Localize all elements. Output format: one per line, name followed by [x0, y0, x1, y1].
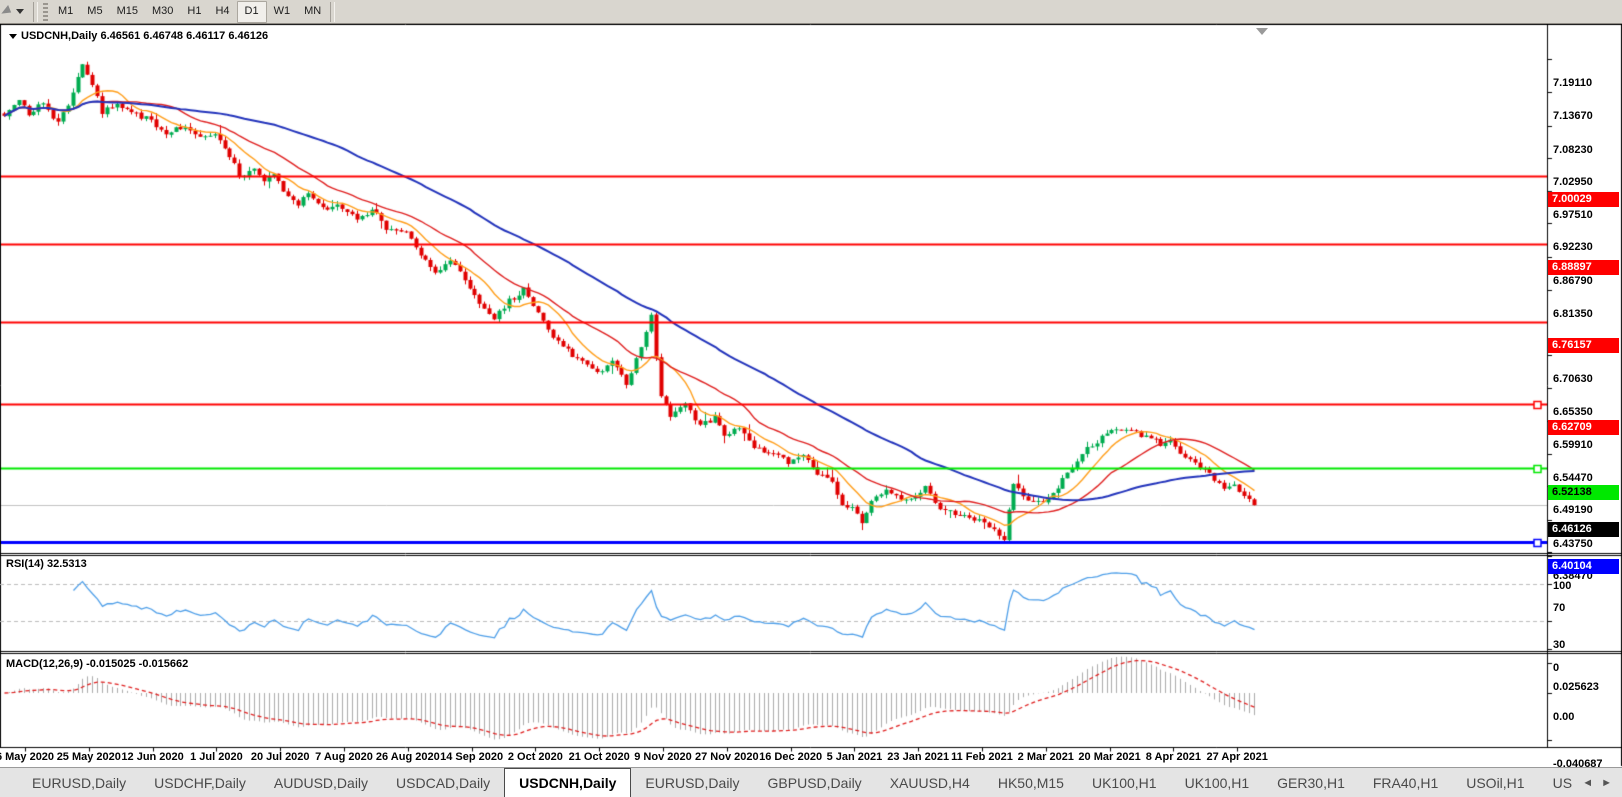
- toolbar-separator: [330, 2, 335, 22]
- chart-tab-usdjpy-h1[interactable]: USDJPY,H1: [1539, 768, 1573, 797]
- price-tick-label: 6.70630: [1553, 373, 1593, 385]
- price-level-badge: 7.00029: [1548, 192, 1619, 207]
- chart-symbol-period: USDCNH,Daily: [21, 30, 97, 42]
- tab-scroll-arrows: ◄ ►: [1572, 768, 1622, 797]
- date-tick-label: 2 Mar 2021: [1018, 751, 1074, 763]
- price-tick-label: 7.13670: [1553, 110, 1593, 122]
- timeframe-buttons: M1M5M15M30H1H4D1W1MN: [51, 1, 328, 23]
- price-level-badge: 6.62709: [1548, 420, 1619, 435]
- macd-axis-label: 0.00: [1553, 711, 1574, 723]
- date-tick-label: 5 Jan 2021: [827, 751, 883, 763]
- price-tick-label: 6.81350: [1553, 308, 1593, 320]
- date-tick-label: 16 Dec 2020: [759, 751, 822, 763]
- chart-window: USDCNH,Daily 6.46561 6.46748 6.46117 6.4…: [0, 24, 1622, 767]
- rsi-axis-label: 0: [1553, 662, 1559, 674]
- date-tick-label: 11 Feb 2021: [951, 751, 1013, 763]
- price-tick-label: 6.59910: [1553, 439, 1593, 451]
- price-tick-label: 6.97510: [1553, 209, 1593, 221]
- date-tick-label: 1 Jul 2020: [190, 751, 243, 763]
- chart-tab-uk100-h1[interactable]: UK100,H1: [1078, 768, 1171, 797]
- timeframe-button-h1[interactable]: H1: [180, 1, 208, 21]
- date-tick-label: 23 Jan 2021: [887, 751, 949, 763]
- dropdown-caret-icon: [16, 9, 24, 14]
- price-tick-label: 6.49190: [1553, 504, 1593, 516]
- timeframe-button-m1[interactable]: M1: [51, 1, 80, 21]
- date-tick-label: 27 Nov 2020: [695, 751, 759, 763]
- chart-ohlc-values: 6.46561 6.46748 6.46117 6.46126: [100, 30, 268, 42]
- timeframe-toolbar: M1M5M15M30H1H4D1W1MN: [0, 0, 1622, 24]
- chart-tab-gbpusd-daily[interactable]: GBPUSD,Daily: [754, 768, 876, 797]
- chart-menu-arrow-icon[interactable]: [9, 34, 17, 39]
- timeframe-button-h4[interactable]: H4: [208, 1, 236, 21]
- tab-scroll-left-icon[interactable]: ◄: [1582, 777, 1593, 789]
- chart-tab-bar: EURUSD,DailyUSDCHF,DailyAUDUSD,DailyUSDC…: [0, 767, 1622, 797]
- price-tick-label: 6.65350: [1553, 406, 1593, 418]
- toolbar-grip[interactable]: [43, 3, 48, 21]
- price-tick-label: 6.43750: [1553, 538, 1593, 550]
- price-level-badge: 6.52138: [1548, 485, 1619, 500]
- chart-tab-usdcad-daily[interactable]: USDCAD,Daily: [382, 768, 504, 797]
- tab-scroll-right-icon[interactable]: ►: [1601, 777, 1612, 789]
- chart-tab-audusd-daily[interactable]: AUDUSD,Daily: [260, 768, 382, 797]
- date-tick-label: 25 May 2020: [57, 751, 121, 763]
- date-tick-label: 12 Jun 2020: [121, 751, 183, 763]
- date-tick-label: 14 Sep 2020: [440, 751, 503, 763]
- date-tick-label: 21 Oct 2020: [569, 751, 630, 763]
- price-level-badge: 6.46126: [1548, 522, 1619, 537]
- price-tick-label: 7.08230: [1553, 144, 1593, 156]
- toolbar-separator: [33, 2, 38, 22]
- date-tick-label: 20 Jul 2020: [251, 751, 310, 763]
- chart-tab-ger30-h1[interactable]: GER30,H1: [1263, 768, 1359, 797]
- date-tick-label: 20 Mar 2021: [1078, 751, 1140, 763]
- price-tick-label: 7.02950: [1553, 176, 1593, 188]
- mt4-window: M1M5M15M30H1H4D1W1MN USDCNH,Daily 6.4656…: [0, 0, 1622, 797]
- macd-indicator-label: MACD(12,26,9) -0.015025 -0.015662: [6, 658, 188, 670]
- timeframe-button-m30[interactable]: M30: [145, 1, 180, 21]
- chart-tab-usdcnh-daily[interactable]: USDCNH,Daily: [504, 768, 631, 797]
- timeframe-button-d1[interactable]: D1: [237, 1, 267, 23]
- price-tick-label: 7.19110: [1553, 77, 1592, 89]
- date-tick-label: 6 May 2020: [0, 751, 54, 763]
- date-tick-label: 27 Apr 2021: [1207, 751, 1268, 763]
- date-tick-label: 26 Aug 2020: [376, 751, 440, 763]
- cursor-icon: [1, 5, 13, 18]
- timeframe-button-m15[interactable]: M15: [110, 1, 145, 21]
- chart-tab-eurusd-daily[interactable]: EURUSD,Daily: [18, 768, 140, 797]
- price-level-badge: 6.88897: [1548, 260, 1619, 275]
- price-tick-label: 6.86790: [1553, 275, 1593, 287]
- timeframe-button-m5[interactable]: M5: [80, 1, 109, 21]
- chart-tab-eurusd-daily[interactable]: EURUSD,Daily: [631, 768, 753, 797]
- timeframe-button-w1[interactable]: W1: [267, 1, 298, 21]
- chart-tab-uk100-h1[interactable]: UK100,H1: [1171, 768, 1264, 797]
- chart-tabs: EURUSD,DailyUSDCHF,DailyAUDUSD,DailyUSDC…: [0, 768, 1572, 797]
- chart-tab-fra40-h1[interactable]: FRA40,H1: [1359, 768, 1452, 797]
- price-level-badge: 6.40104: [1548, 559, 1619, 574]
- rsi-indicator-label: RSI(14) 32.5313: [6, 558, 87, 570]
- timeframe-button-mn[interactable]: MN: [297, 1, 328, 21]
- chart-tab-hk50-m15[interactable]: HK50,M15: [984, 768, 1078, 797]
- price-level-badge: 6.76157: [1548, 338, 1619, 353]
- date-tick-label: 7 Aug 2020: [315, 751, 373, 763]
- chart-cursor-icon[interactable]: [0, 2, 31, 22]
- chart-title: USDCNH,Daily 6.46561 6.46748 6.46117 6.4…: [6, 30, 268, 42]
- date-tick-label: 8 Apr 2021: [1146, 751, 1201, 763]
- chart-shift-marker-icon[interactable]: [1256, 28, 1268, 35]
- price-chart-canvas[interactable]: [0, 24, 1622, 767]
- price-tick-label: 6.92230: [1553, 241, 1593, 253]
- rsi-axis-label: 100: [1553, 580, 1571, 592]
- date-tick-label: 2 Oct 2020: [508, 751, 563, 763]
- date-tick-label: 9 Nov 2020: [634, 751, 691, 763]
- chart-tab-xauusd-h4[interactable]: XAUUSD,H4: [876, 768, 984, 797]
- chart-tab-usdchf-daily[interactable]: USDCHF,Daily: [140, 768, 260, 797]
- price-tick-label: 6.54470: [1553, 472, 1593, 484]
- chart-tab-usoil-h1[interactable]: USOil,H1: [1452, 768, 1538, 797]
- rsi-axis-label: 70: [1553, 602, 1565, 614]
- rsi-axis-label: 30: [1553, 639, 1565, 651]
- macd-axis-label: 0.025623: [1553, 681, 1599, 693]
